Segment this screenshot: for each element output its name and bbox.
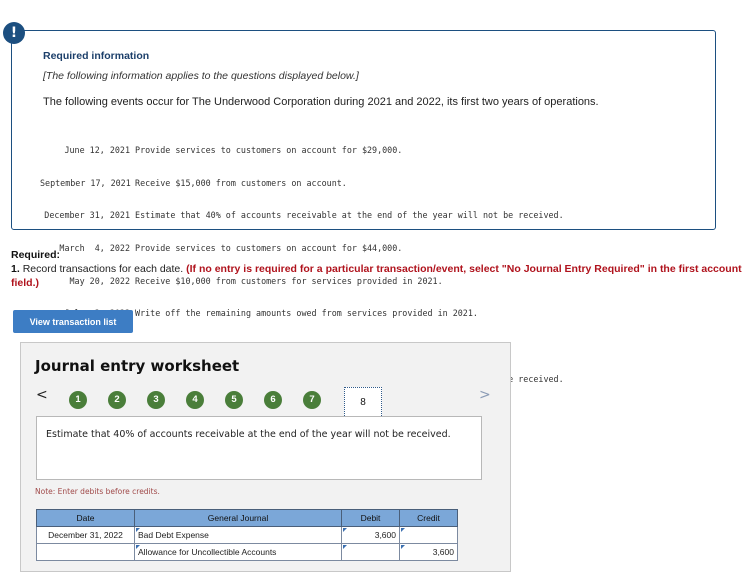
alert-icon: ! (3, 22, 25, 44)
account-value: Allowance for Uncollectible Accounts (138, 547, 277, 557)
step-6-button[interactable]: 6 (264, 391, 282, 409)
event-row: June 12, 2021 Provide services to custom… (40, 145, 564, 156)
account-value: Bad Debt Expense (138, 530, 209, 540)
event-text: Provide services to customers on account… (135, 242, 403, 253)
account-field[interactable]: Bad Debt Expense (134, 526, 342, 544)
cell-marker-icon (401, 545, 405, 549)
event-row: March 4, 2022 Provide services to custom… (40, 243, 564, 254)
row-date (36, 543, 135, 561)
debit-field[interactable] (341, 543, 400, 561)
credit-value: 3,600 (432, 547, 454, 557)
event-row: September 17, 2021 Receive $15,000 from … (40, 178, 564, 189)
transaction-description: Estimate that 40% of accounts receivable… (36, 416, 482, 480)
event-text: Write off the remaining amounts owed fro… (135, 308, 478, 319)
header-credit: Credit (399, 509, 458, 527)
credit-field[interactable] (399, 526, 458, 544)
step-1-button[interactable]: 1 (69, 391, 87, 409)
chevron-right-icon[interactable]: > (479, 387, 491, 403)
required-label: Required: (11, 249, 61, 261)
header-debit: Debit (341, 509, 400, 527)
requirement-number: 1. (11, 263, 20, 275)
event-date: December 31, 2021 (44, 210, 130, 221)
debit-value: 3,600 (374, 530, 396, 540)
event-text: Receive $15,000 from customers on accoun… (135, 177, 347, 188)
step-3-button[interactable]: 3 (147, 391, 165, 409)
step-8-current[interactable]: 8 (344, 387, 382, 418)
cell-marker-icon (136, 545, 140, 549)
step-2-button[interactable]: 2 (108, 391, 126, 409)
required-instruction: 1. Record transactions for each date. (I… (11, 262, 751, 290)
required-information-title: Required information (43, 50, 150, 62)
info-applies-note: [The following information applies to th… (43, 70, 359, 82)
chevron-left-icon[interactable]: < (36, 387, 48, 403)
event-text: Provide services to customers on account… (135, 144, 403, 155)
credit-field[interactable]: 3,600 (399, 543, 458, 561)
worksheet-title: Journal entry worksheet (35, 357, 240, 375)
cell-marker-icon (343, 545, 347, 549)
step-7-button[interactable]: 7 (303, 391, 321, 409)
table-header-row: Date General Journal Debit Credit (36, 509, 458, 527)
info-intro: The following events occur for The Under… (43, 96, 599, 108)
table-row: December 31, 2022 Bad Debt Expense 3,600 (36, 526, 458, 544)
event-row: December 31, 2021 Estimate that 40% of a… (40, 210, 564, 221)
row-date: December 31, 2022 (36, 526, 135, 544)
debits-before-credits-note: Note: Enter debits before credits. (35, 487, 160, 496)
step-5-button[interactable]: 5 (225, 391, 243, 409)
view-transaction-list-button[interactable]: View transaction list (13, 310, 133, 333)
table-row: Allowance for Uncollectible Accounts 3,6… (36, 543, 458, 561)
header-date: Date (36, 509, 135, 527)
account-field[interactable]: Allowance for Uncollectible Accounts (134, 543, 342, 561)
cell-marker-icon (136, 528, 140, 532)
header-general-journal: General Journal (134, 509, 342, 527)
event-date: June 12, 2021 (64, 144, 130, 155)
requirement-text: Record transactions for each date. (22, 263, 184, 275)
event-date: September 17, 2021 (40, 177, 131, 188)
debit-field[interactable]: 3,600 (341, 526, 400, 544)
step-4-button[interactable]: 4 (186, 391, 204, 409)
cell-marker-icon (343, 528, 347, 532)
general-journal-table: Date General Journal Debit Credit Decemb… (36, 509, 458, 561)
cell-marker-icon (401, 528, 405, 532)
journal-entry-worksheet: Journal entry worksheet < 1 2 3 4 5 6 7 … (20, 342, 511, 572)
event-text: Estimate that 40% of accounts receivable… (135, 210, 564, 221)
